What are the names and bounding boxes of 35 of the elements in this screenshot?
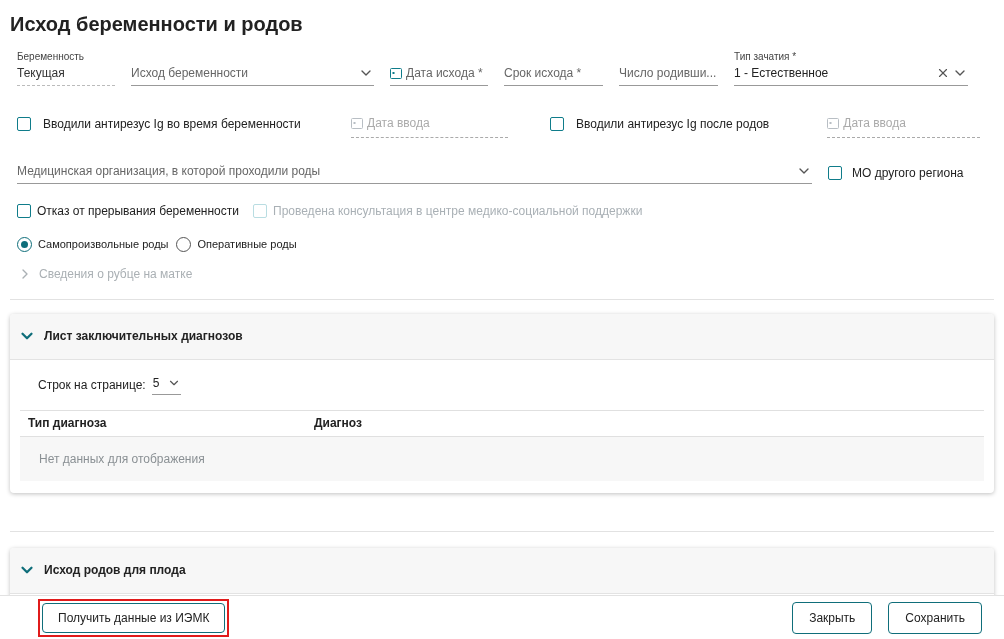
close-button[interactable]: Закрыть <box>792 601 873 634</box>
empty-table-message: Нет данных для отображения <box>39 450 205 468</box>
conception-select[interactable]: 1 - Естественное <box>734 64 968 86</box>
field-label: Тип зачатия * <box>734 50 798 64</box>
clear-icon[interactable] <box>936 66 950 80</box>
calendar-icon <box>351 117 363 129</box>
organization-select[interactable]: Медицинская организация, в которой проходили роды <box>17 162 812 184</box>
outcome-select[interactable]: Исход беременности <box>131 64 374 86</box>
section-header[interactable]: Исход родов для плода <box>10 547 994 594</box>
checkbox-label: Отказ от прерывания беременности <box>37 203 239 220</box>
checkbox-label: МО другого региона <box>852 165 964 182</box>
column-header: Тип диагноза <box>27 415 108 432</box>
calendar-icon <box>827 117 840 129</box>
calendar-icon <box>390 67 402 79</box>
radio-label: Оперативные роды <box>197 237 297 252</box>
page-size-label: Строк на странице: <box>38 376 146 394</box>
checkbox[interactable] <box>17 117 31 131</box>
page-title: Исход беременности и родов <box>10 12 304 37</box>
section-header[interactable]: Лист заключительных диагнозов <box>10 313 994 360</box>
checkbox-label: Проведена консультация в центре медико-социальной поддержки <box>273 203 643 220</box>
checkbox-label: Вводили антирезус Ig после родов <box>576 116 771 133</box>
page-size-select[interactable]: 5 <box>151 374 182 395</box>
checkbox-label: Вводили антирезус Ig во время беременности <box>43 116 302 133</box>
checkbox[interactable] <box>550 117 564 131</box>
field-label: Беременность <box>17 50 86 64</box>
radio-label: Самопроизвольные роды <box>38 237 169 252</box>
fetch-data-button[interactable]: Получить данные из ИЭМК <box>42 602 226 633</box>
pregnancy-field: Текущая <box>17 64 115 86</box>
column-header: Диагноз <box>313 415 362 432</box>
checkbox[interactable] <box>17 204 31 218</box>
input-field[interactable]: Срок исхода * <box>504 64 603 86</box>
date-field[interactable]: Дата исхода * <box>390 64 488 86</box>
save-button[interactable]: Сохранить <box>888 601 982 634</box>
checkbox[interactable] <box>828 166 842 180</box>
input-field[interactable]: Число родивши... <box>619 64 718 86</box>
